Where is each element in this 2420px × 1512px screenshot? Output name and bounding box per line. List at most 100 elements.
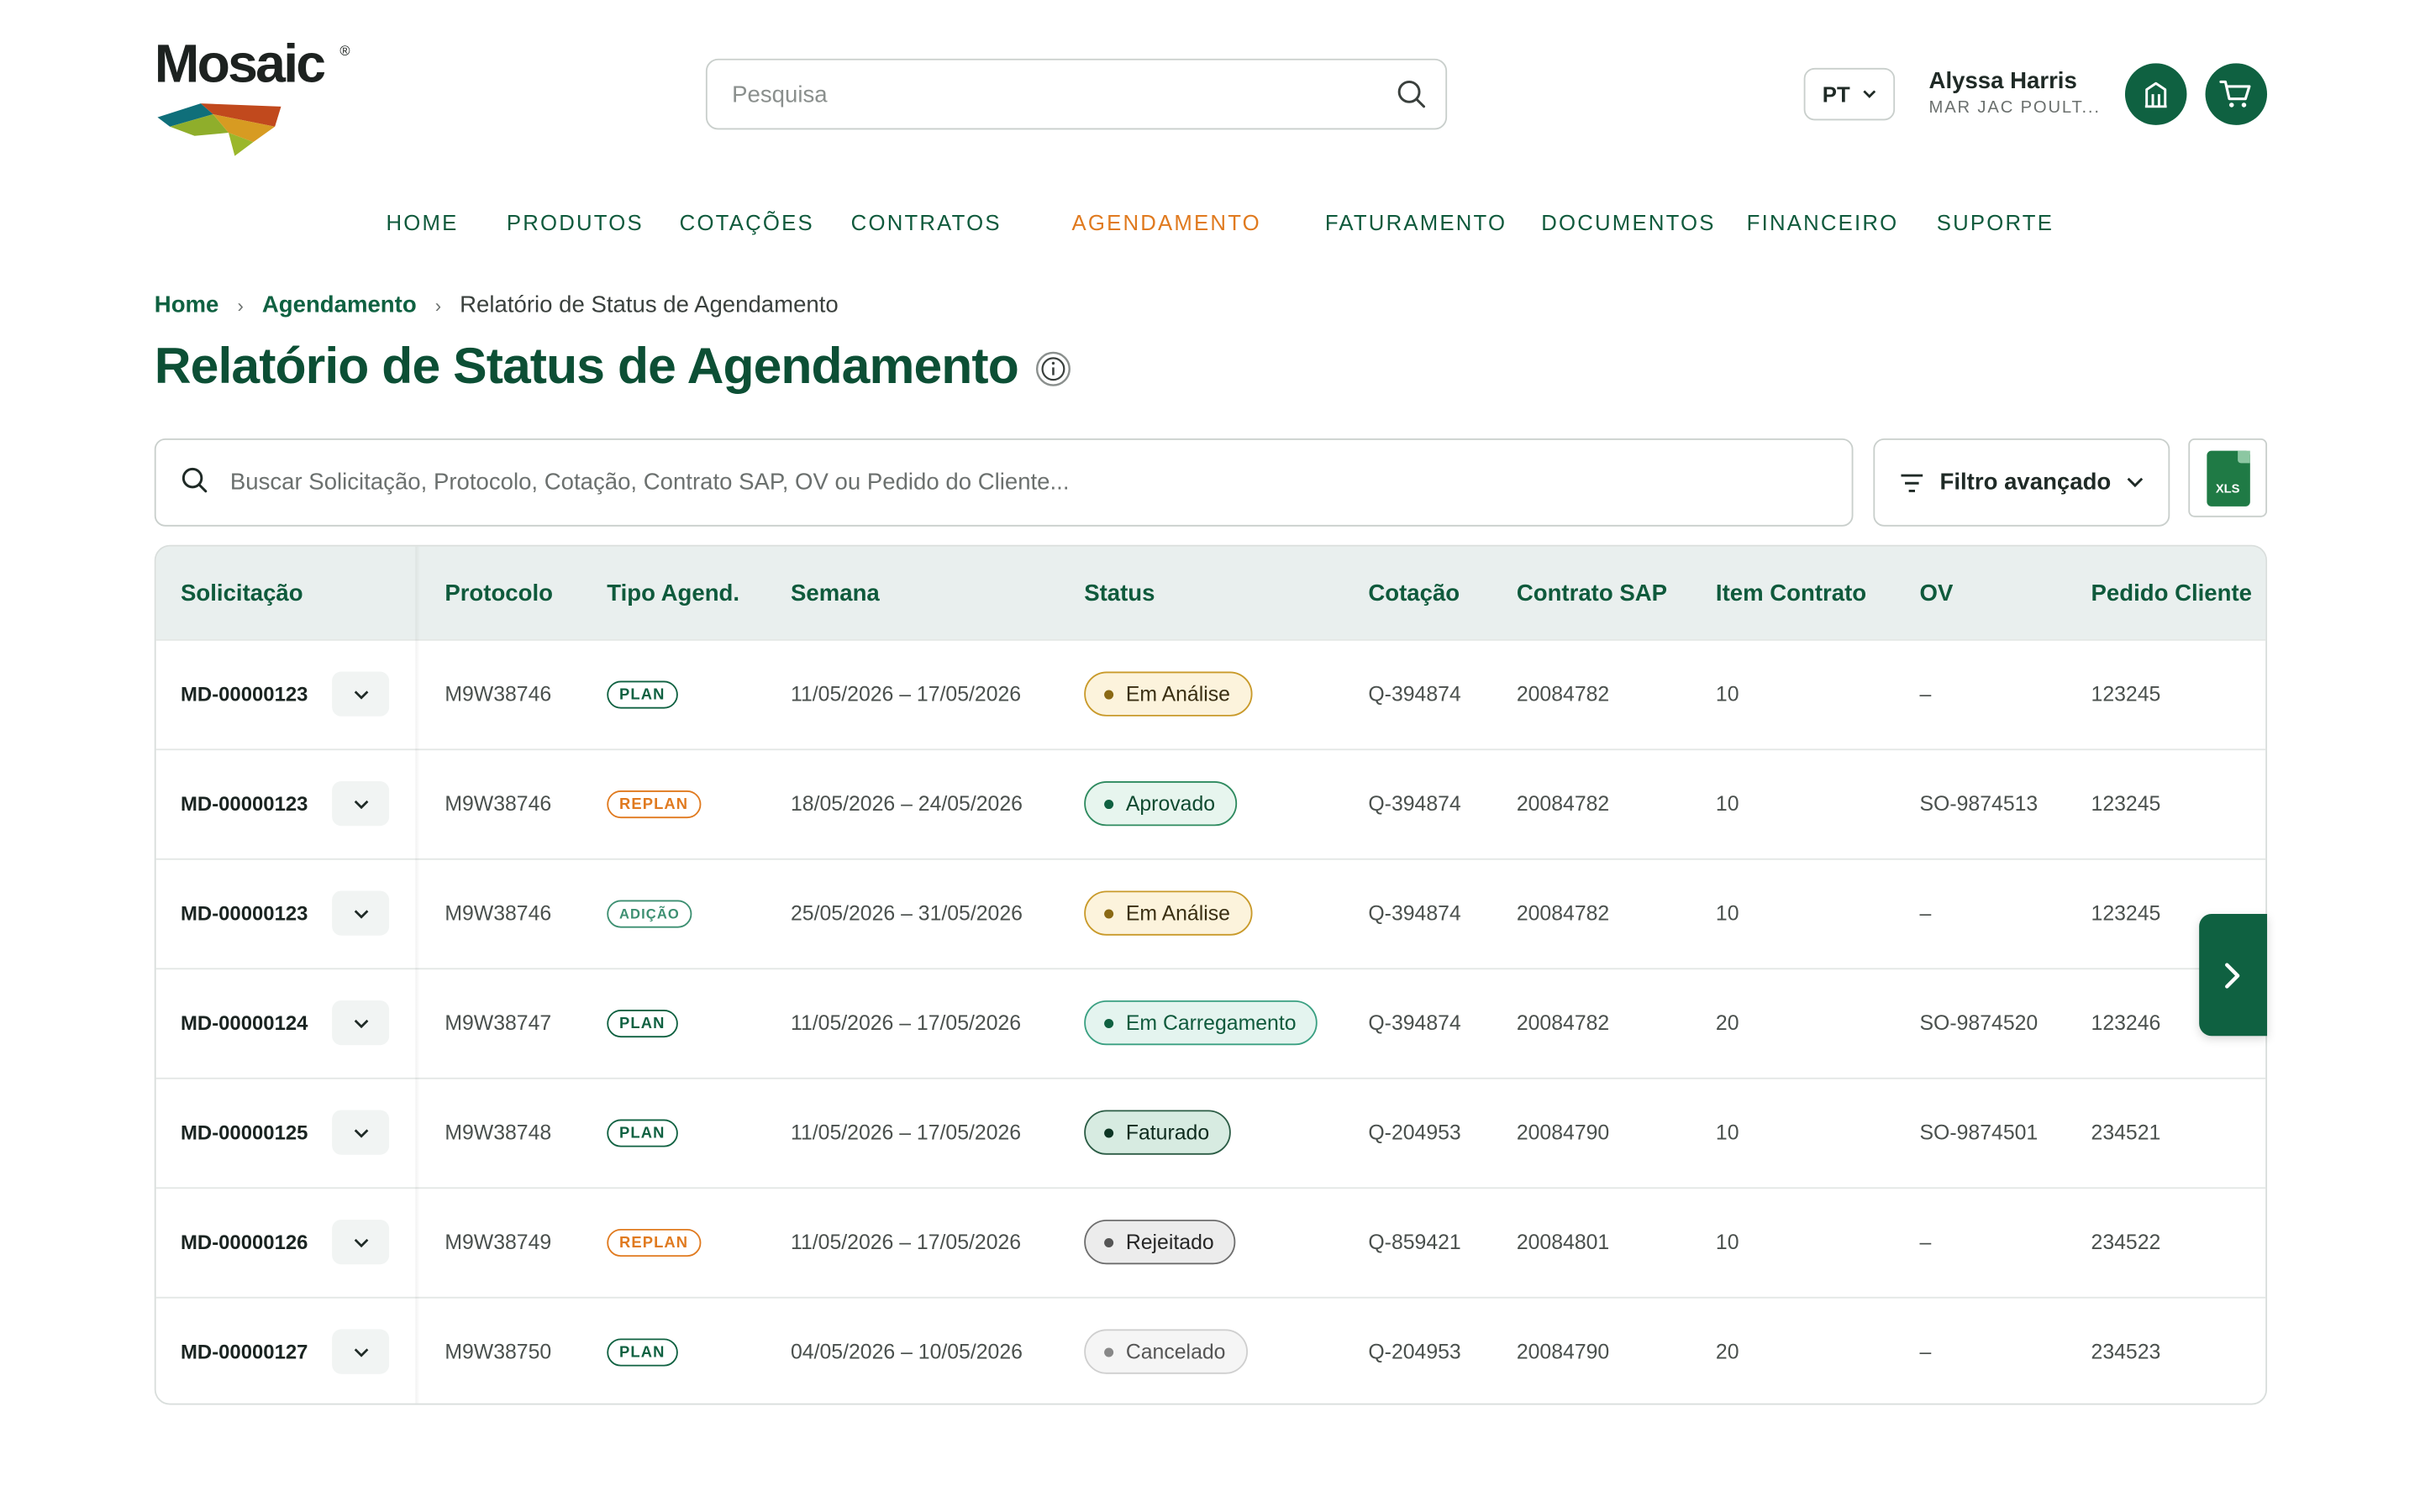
table-row[interactable]: MD-00000127 M9W38750 PLAN 04/05/2026 – 10/0… [155,1296,2266,1404]
nav-financeiro[interactable]: FINANCEIRO [1747,210,1899,234]
nav-suporte[interactable]: SUPORTE [1937,210,2054,234]
cell-ov: – [1919,1340,1932,1363]
col-protocolo[interactable]: Protocolo [445,580,553,606]
nav-documentos[interactable]: DOCUMENTOS [1541,210,1715,234]
chevron-down-icon [353,799,368,809]
nav-cotacoes[interactable]: COTAÇÕES [680,210,814,234]
cell-item-contrato: 10 [1715,901,1739,925]
report-search-input[interactable] [229,439,1837,525]
row-expand-button[interactable] [332,671,390,717]
status-badge: Em Carregamento [1084,1000,1318,1046]
tipo-agend-badge: REPLAN [607,1228,701,1257]
status-label: Em Análise [1125,901,1230,925]
table-row[interactable]: MD-00000123 M9W38746 REPLAN 18/05/2026 – 24… [155,748,2266,858]
cell-protocolo: M9W38749 [445,1230,552,1254]
table-row[interactable]: MD-00000123 M9W38746 PLAN 11/05/2026 – 17/0… [155,638,2266,748]
tipo-agend-badge: PLAN [607,1338,678,1367]
cell-ov: SO-9874501 [1919,1121,2039,1144]
global-search-input[interactable] [732,60,1381,129]
col-item-contrato[interactable]: Item Contrato [1716,580,1866,606]
cell-protocolo: M9W38750 [445,1340,552,1363]
col-ov[interactable]: OV [1920,580,1954,606]
col-pedido-cliente[interactable]: Pedido Cliente [2091,580,2252,606]
cell-solicitacao[interactable]: MD-00000123 [181,682,308,706]
row-expand-button[interactable] [332,780,390,827]
col-status[interactable]: Status [1084,580,1155,606]
advanced-filter-button[interactable]: Filtro avançado [1873,438,2170,527]
cell-solicitacao[interactable]: MD-00000127 [181,1340,308,1363]
cell-solicitacao[interactable]: MD-00000123 [181,901,308,925]
cart-button[interactable] [2205,63,2268,125]
report-search [154,438,1854,527]
cell-ov: – [1919,1230,1932,1254]
chevron-down-icon [353,690,368,699]
tipo-agend-badge: ADIÇÃO [607,900,692,928]
cell-cotacao: Q-204953 [1368,1121,1461,1144]
nav-agendamento[interactable]: AGENDAMENTO [1072,210,1261,234]
cell-item-contrato: 20 [1715,1340,1739,1363]
table-scroll-right-button[interactable] [2199,914,2268,1037]
chevron-down-icon [353,1128,368,1137]
language-select[interactable]: PT [1803,67,1896,121]
row-expand-button[interactable] [332,1219,390,1265]
info-icon[interactable] [1034,350,1071,395]
col-semana[interactable]: Semana [791,580,880,606]
row-expand-button[interactable] [332,1110,390,1155]
nav-home[interactable]: HOME [386,210,458,234]
cell-protocolo: M9W38746 [445,791,552,816]
company-button[interactable] [2124,63,2187,125]
schedule-status-table: Solicitação Protocolo Tipo Agend. Semana… [154,544,2268,1405]
status-label: Rejeitado [1125,1230,1214,1254]
chevron-down-icon [353,909,368,918]
cell-solicitacao[interactable]: MD-00000126 [181,1231,308,1254]
cell-solicitacao[interactable]: MD-00000124 [181,1011,308,1035]
row-expand-button[interactable] [332,1329,390,1374]
logo-wordmark: Mosaic [154,34,326,95]
mosaic-logo[interactable]: Mosaic ® [155,34,371,160]
search-icon[interactable] [1396,79,1427,118]
cell-cotacao: Q-394874 [1368,791,1461,816]
cell-contrato-sap: 20084790 [1516,1121,1610,1144]
col-solicitacao[interactable]: Solicitação [181,580,303,606]
export-xls-button[interactable]: XLS [2188,438,2268,517]
cell-contrato-sap: 20084782 [1516,1011,1610,1035]
nav-contratos[interactable]: CONTRATOS [851,210,1002,234]
breadcrumb-agendamento[interactable]: Agendamento [262,291,417,318]
chevron-down-icon [353,1237,368,1247]
status-badge: Cancelado [1084,1329,1248,1374]
table-row[interactable]: MD-00000125 M9W38748 PLAN 11/05/2026 – 17/0… [155,1077,2266,1187]
cell-solicitacao[interactable]: MD-00000125 [181,1121,308,1144]
filter-lines-icon [1901,473,1923,492]
cell-solicitacao[interactable]: MD-00000123 [181,792,308,816]
status-badge: Rejeitado [1084,1219,1236,1265]
main-nav: HOME PRODUTOS COTAÇÕES CONTRATOS AGENDAM… [0,210,2420,241]
chevron-down-icon [1863,90,1876,98]
table-row[interactable]: MD-00000124 M9W38747 PLAN 11/05/2026 – 17/0… [155,968,2266,1077]
breadcrumb: Home › Agendamento › Relatório de Status… [155,291,839,318]
cell-ov: SO-9874520 [1919,1011,2039,1035]
cell-pedido-cliente: 123245 [2091,791,2161,816]
user-name[interactable]: Alyssa Harris [1929,68,2077,94]
status-label: Faturado [1125,1121,1210,1144]
col-tipo-agend[interactable]: Tipo Agend. [607,580,739,606]
col-contrato-sap[interactable]: Contrato SAP [1517,580,1667,606]
status-badge: Em Análise [1084,890,1252,936]
table-row[interactable]: MD-00000123 M9W38746 ADIÇÃO 25/05/2026 – 31… [155,858,2266,968]
table-row[interactable]: MD-00000126 M9W38749 REPLAN 11/05/2026 – 17… [155,1187,2266,1296]
cell-cotacao: Q-204953 [1368,1340,1461,1363]
language-value: PT [1822,81,1850,107]
breadcrumb-home[interactable]: Home [155,291,219,318]
col-cotacao[interactable]: Cotação [1368,580,1460,606]
nav-produtos[interactable]: PRODUTOS [507,210,644,234]
cell-item-contrato: 10 [1715,1121,1739,1144]
status-badge: Em Análise [1084,671,1252,717]
status-label: Em Carregamento [1125,1011,1297,1035]
nav-faturamento[interactable]: FATURAMENTO [1325,210,1507,234]
row-expand-button[interactable] [332,890,390,936]
row-expand-button[interactable] [332,1000,390,1046]
cell-ov: SO-9874513 [1919,791,2039,816]
cell-protocolo: M9W38746 [445,682,552,706]
cell-contrato-sap: 20084782 [1516,682,1610,706]
page-title: Relatório de Status de Agendamento [154,336,1019,394]
tipo-agend-badge: PLAN [607,1119,678,1147]
